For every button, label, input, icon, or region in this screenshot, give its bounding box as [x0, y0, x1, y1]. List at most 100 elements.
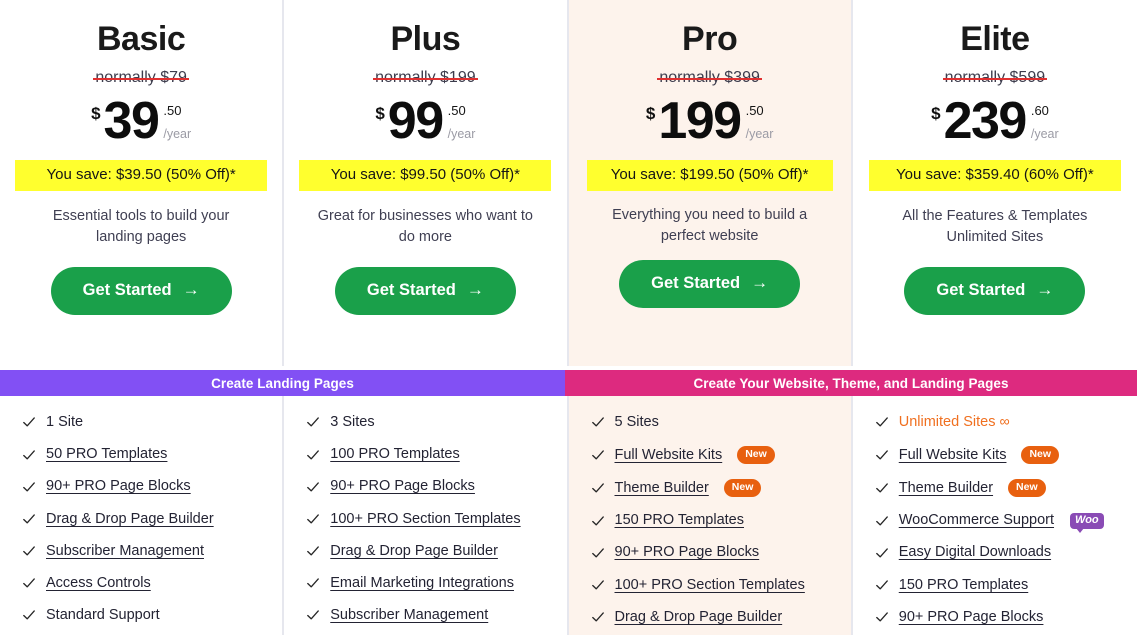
feature-lists-row: 1 Site 50 PRO Templates 90+ PRO Page Block… [0, 396, 1137, 635]
check-icon [591, 578, 605, 592]
feature-item: Standard Support [22, 607, 268, 624]
feature-item[interactable]: Full Website Kits New [875, 446, 1123, 464]
feature-label: 150 PRO Templates [898, 576, 1029, 593]
arrow-right-icon: → [466, 280, 484, 300]
feature-item[interactable]: 90+ PRO Page Blocks [22, 478, 268, 495]
feature-item[interactable]: 50 PRO Templates [22, 446, 268, 463]
check-icon [591, 546, 605, 560]
feature-label: Full Website Kits [898, 446, 1007, 463]
feature-item[interactable]: Subscriber Management [306, 607, 552, 624]
cta-label: Get Started [651, 274, 741, 293]
plan-title: Elite [960, 20, 1030, 58]
feature-label: 150 PRO Templates [614, 512, 745, 529]
feature-label: Drag & Drop Page Builder [46, 510, 214, 527]
new-badge: New [1021, 446, 1060, 464]
feature-label: 100 PRO Templates [330, 446, 460, 463]
feature-item[interactable]: Theme Builder New [875, 479, 1123, 497]
feature-label: 100+ PRO Section Templates [330, 510, 521, 527]
price-period: /year [1030, 126, 1059, 141]
category-banner-row: Create Landing Pages Create Your Website… [0, 370, 1137, 396]
plan-original-price: normally $599 [942, 68, 1047, 86]
plan-card-basic: Basic normally $79 $ 39 .50 /year You sa… [0, 0, 285, 366]
feature-label: 50 PRO Templates [46, 446, 168, 463]
check-icon [306, 576, 320, 590]
plan-original-price: normally $79 [93, 68, 189, 86]
feature-item[interactable]: WooCommerce Support Woo [875, 512, 1123, 533]
feature-item[interactable]: 90+ PRO Page Blocks [591, 544, 837, 561]
feature-item[interactable]: 100 PRO Templates [306, 446, 552, 463]
arrow-right-icon: → [182, 280, 200, 300]
check-icon [875, 578, 889, 592]
get-started-button[interactable]: Get Started → [904, 267, 1086, 316]
check-icon [306, 608, 320, 622]
check-icon [591, 415, 605, 429]
plan-title: Plus [390, 20, 461, 58]
check-icon [306, 448, 320, 462]
plan-price: $ 199 .50 /year [645, 91, 774, 150]
savings-badge: You save: $199.50 (50% Off)* [586, 159, 833, 192]
check-icon [875, 481, 889, 495]
feature-item[interactable]: Access Controls [22, 575, 268, 592]
banner-create-landing-pages: Create Landing Pages [0, 370, 565, 396]
feature-item[interactable]: 90+ PRO Page Blocks [875, 609, 1123, 626]
banner-create-your-website: Create Your Website, Theme, and Landing … [565, 370, 1137, 396]
feature-item[interactable]: Easy Digital Downloads [875, 544, 1123, 561]
feature-label: Unlimited Sites ∞ [898, 414, 1010, 430]
check-icon [875, 415, 889, 429]
feature-list-elite: Unlimited Sites ∞ Full Website Kits New The… [852, 396, 1137, 635]
feature-label: WooCommerce Support [898, 512, 1055, 529]
get-started-button[interactable]: Get Started → [50, 267, 232, 316]
feature-list-basic: 1 Site 50 PRO Templates 90+ PRO Page Block… [0, 396, 285, 635]
feature-label: 90+ PRO Page Blocks [898, 608, 1044, 625]
plan-price: $ 39 .50 /year [91, 95, 191, 147]
feature-item[interactable]: 90+ PRO Page Blocks [306, 478, 552, 495]
check-icon [591, 481, 605, 495]
check-icon [306, 512, 320, 526]
currency-symbol: $ [931, 103, 941, 123]
get-started-button[interactable]: Get Started → [334, 267, 516, 316]
feature-item[interactable]: 150 PRO Templates [591, 512, 837, 529]
plan-cards-row: Basic normally $79 $ 39 .50 /year You sa… [0, 0, 1137, 366]
plan-description: Everything you need to build a perfect w… [612, 207, 808, 245]
savings-badge: You save: $39.50 (50% Off)* [15, 159, 268, 192]
price-whole: 199 [658, 91, 742, 150]
feature-item[interactable]: Drag & Drop Page Builder [22, 511, 268, 528]
feature-label: Theme Builder [898, 479, 994, 496]
check-icon [875, 448, 889, 462]
currency-symbol: $ [645, 103, 656, 123]
feature-label: 1 Site [46, 414, 84, 430]
feature-label: Easy Digital Downloads [898, 544, 1052, 561]
savings-badge: You save: $99.50 (50% Off)* [299, 159, 552, 192]
feature-item[interactable]: Full Website Kits New [591, 446, 837, 464]
check-icon [875, 610, 889, 624]
feature-label: 90+ PRO Page Blocks [330, 478, 475, 495]
get-started-button[interactable]: Get Started → [619, 260, 801, 309]
feature-item[interactable]: Subscriber Management [22, 543, 268, 560]
plan-title: Basic [97, 20, 186, 58]
price-cents: .50 [745, 102, 764, 118]
check-icon [22, 480, 36, 494]
feature-label: Access Controls [46, 574, 151, 591]
plan-title: Pro [682, 20, 738, 58]
savings-badge: You save: $359.40 (60% Off)* [868, 159, 1121, 192]
feature-item[interactable]: 150 PRO Templates [875, 577, 1123, 594]
feature-label: 90+ PRO Page Blocks [46, 478, 191, 495]
feature-item[interactable]: Email Marketing Integrations [306, 575, 552, 592]
plan-description: Great for businesses who want to do more [317, 208, 533, 246]
feature-item[interactable]: Theme Builder New [591, 479, 837, 497]
check-icon [591, 514, 605, 528]
feature-item[interactable]: Drag & Drop Page Builder [306, 543, 552, 560]
feature-item[interactable]: 100+ PRO Section Templates [306, 511, 552, 528]
feature-label: Full Website Kits [614, 446, 723, 463]
check-icon [306, 544, 320, 558]
feature-item: Unlimited Sites ∞ [875, 414, 1123, 431]
feature-list-plus: 3 Sites 100 PRO Templates 90+ PRO Page Blo… [284, 396, 569, 635]
check-icon [875, 546, 889, 560]
price-whole: 99 [387, 91, 444, 150]
plan-original-price: normally $199 [373, 68, 478, 86]
feature-label: Standard Support [46, 607, 160, 624]
feature-item[interactable]: 100+ PRO Section Templates [591, 577, 837, 594]
currency-symbol: $ [91, 103, 101, 123]
price-period: /year [745, 126, 774, 141]
feature-item[interactable]: Drag & Drop Page Builder [591, 609, 837, 626]
